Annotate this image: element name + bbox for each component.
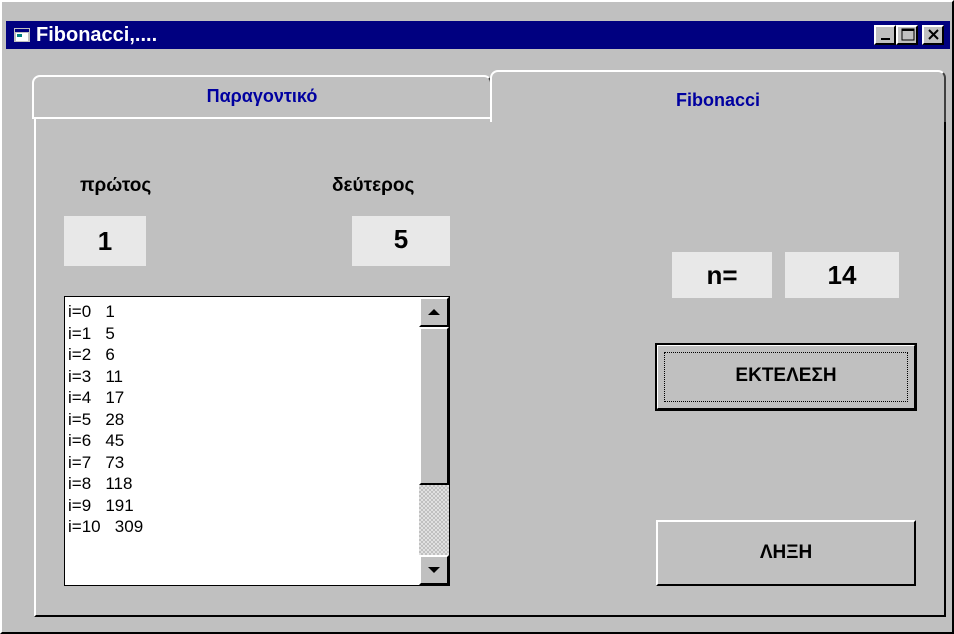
- close-icon: [928, 29, 939, 40]
- list-item[interactable]: i=9 191: [68, 495, 416, 517]
- tab-factorial[interactable]: Παραγοντικό: [32, 75, 492, 119]
- run-button[interactable]: ΕΚΤΕΛΕΣΗ: [655, 343, 917, 411]
- list-item[interactable]: i=3 11: [68, 366, 416, 388]
- maximize-button[interactable]: [896, 25, 918, 45]
- scroll-up-button[interactable]: [419, 297, 449, 327]
- arrow-up-icon: [428, 309, 440, 315]
- title-bar[interactable]: Fibonacci,....: [6, 21, 950, 49]
- maximize-icon: [901, 28, 915, 41]
- n-label: n=: [672, 252, 772, 298]
- list-item[interactable]: i=10 309: [68, 516, 416, 538]
- list-item[interactable]: i=4 17: [68, 387, 416, 409]
- results-listbox[interactable]: i=0 1 i=1 5 i=2 6 i=3 11 i=4 17 i=5 28 i…: [64, 296, 450, 586]
- window-title: Fibonacci,....: [36, 24, 158, 46]
- second-value[interactable]: 5: [352, 216, 450, 266]
- scrollbar-thumb[interactable]: [419, 327, 449, 485]
- application-window: Fibonacci,.... Παραγοντικό Fibonacci πρώ…: [0, 0, 954, 634]
- tab-fibonacci[interactable]: Fibonacci: [490, 70, 946, 122]
- scroll-down-button[interactable]: [419, 555, 449, 585]
- scrollbar-track[interactable]: [419, 485, 449, 555]
- results-list: i=0 1 i=1 5 i=2 6 i=3 11 i=4 17 i=5 28 i…: [68, 301, 416, 538]
- first-value[interactable]: 1: [64, 216, 146, 266]
- n-value[interactable]: 14: [785, 252, 899, 298]
- list-item[interactable]: i=0 1: [68, 301, 416, 323]
- list-item[interactable]: i=5 28: [68, 409, 416, 431]
- list-item[interactable]: i=2 6: [68, 344, 416, 366]
- run-button-label: ΕΚΤΕΛΕΣΗ: [664, 352, 908, 402]
- minimize-button[interactable]: [874, 25, 896, 45]
- close-button[interactable]: [922, 25, 944, 45]
- list-item[interactable]: i=6 45: [68, 430, 416, 452]
- list-item[interactable]: i=1 5: [68, 323, 416, 345]
- app-window-icon: [14, 28, 30, 42]
- arrow-down-icon: [428, 567, 440, 573]
- vertical-scrollbar[interactable]: [419, 297, 449, 585]
- first-label: πρώτος: [80, 175, 152, 196]
- minimize-icon: [881, 38, 890, 40]
- list-item[interactable]: i=7 73: [68, 452, 416, 474]
- list-item[interactable]: i=8 118: [68, 473, 416, 495]
- second-label: δεύτερος: [332, 175, 415, 196]
- exit-button[interactable]: ΛΗΞΗ: [656, 520, 916, 586]
